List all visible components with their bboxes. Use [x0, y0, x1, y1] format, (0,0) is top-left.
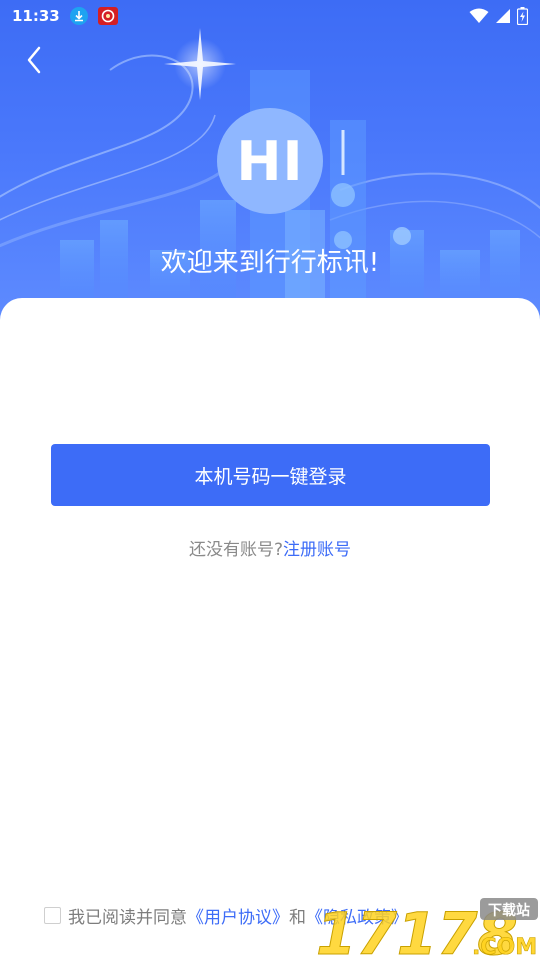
- no-account-prompt: 还没有账号?: [188, 540, 284, 560]
- chevron-left-icon: [27, 46, 41, 74]
- login-card: 本机号码一键登录 还没有账号?注册账号 我已阅读并同意 《用户协议》和《隐私政策》: [0, 298, 540, 960]
- watermark-domain: .COM: [472, 935, 537, 960]
- register-row: 还没有账号?注册账号: [0, 535, 540, 560]
- status-indicators: [469, 7, 528, 25]
- agreement-prefix: 我已阅读并同意: [68, 908, 187, 928]
- battery-icon: [517, 7, 528, 25]
- signal-icon: [496, 9, 510, 23]
- back-button[interactable]: [14, 40, 54, 80]
- wifi-icon: [469, 8, 489, 23]
- welcome-title: 欢迎来到行行标讯!: [160, 248, 380, 278]
- status-bar: 11:33: [0, 0, 540, 32]
- download-notification-icon: [69, 7, 88, 25]
- app-notification-icon: [97, 7, 118, 25]
- avatar: HI: [217, 108, 323, 214]
- watermark-badge: 下载站: [488, 902, 530, 919]
- register-link[interactable]: 注册账号: [283, 540, 351, 560]
- avatar-text: HI: [236, 129, 304, 193]
- site-watermark-logo: 17178 .COM 下载站: [316, 898, 538, 960]
- user-agreement-link[interactable]: 《用户协议》: [187, 903, 289, 928]
- one-click-login-button[interactable]: 本机号码一键登录: [51, 444, 490, 506]
- agree-checkbox[interactable]: [44, 907, 61, 924]
- status-time: 11:33: [12, 7, 60, 25]
